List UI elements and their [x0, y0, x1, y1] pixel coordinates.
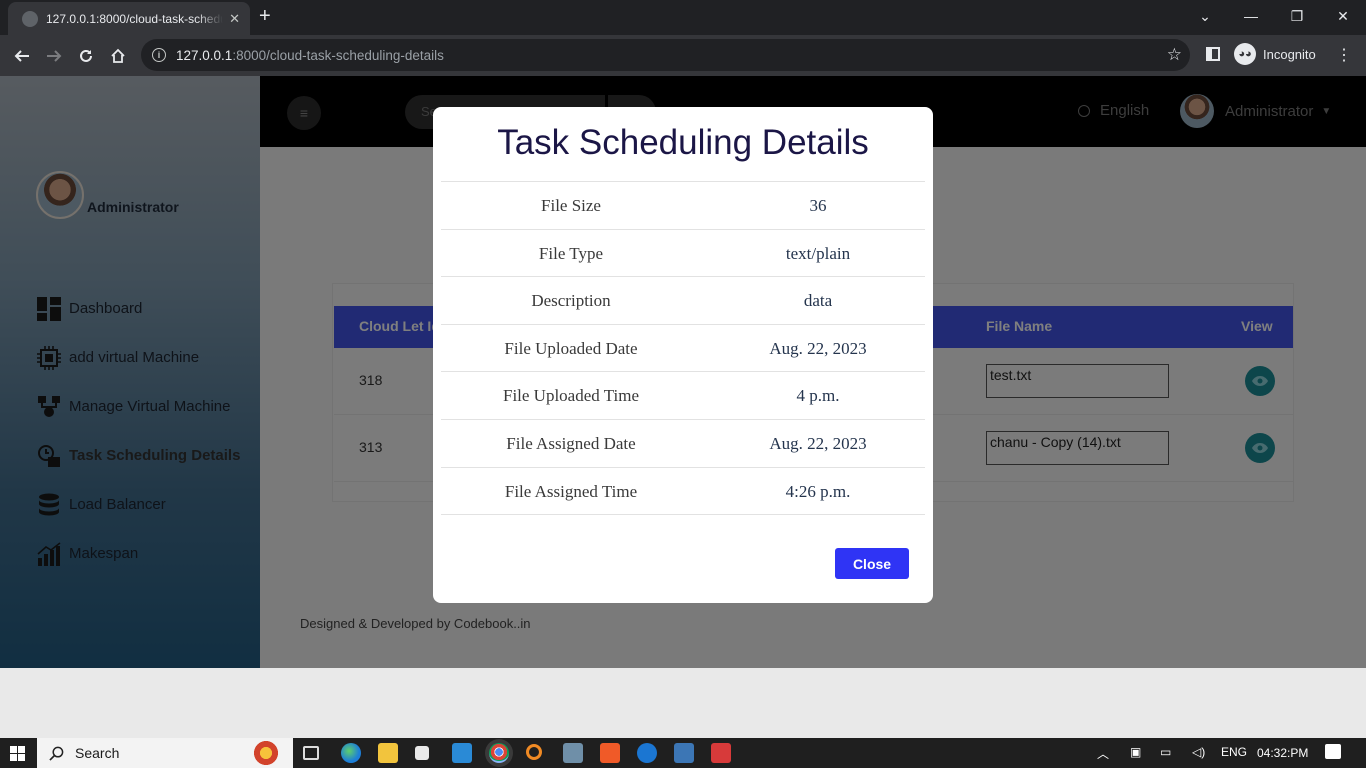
app-icon[interactable] — [711, 743, 731, 763]
detail-row: File Uploaded Time 4 p.m. — [441, 372, 925, 420]
volume-icon[interactable]: ◁) — [1192, 745, 1205, 759]
detail-value: Aug. 22, 2023 — [769, 338, 867, 358]
app-icon[interactable] — [674, 743, 694, 763]
file-explorer-icon[interactable] — [378, 743, 398, 763]
tab-title: 127.0.0.1:8000/cloud-task-scheduling-det… — [46, 11, 224, 26]
side-panel-icon[interactable] — [1206, 47, 1220, 61]
tab-search-icon[interactable]: ⌄ — [1182, 0, 1228, 32]
detail-row: File Assigned Time 4:26 p.m. — [441, 468, 925, 516]
detail-value: 4 p.m. — [796, 386, 840, 406]
detail-label: File Assigned Time — [504, 481, 638, 501]
edge-icon[interactable] — [341, 743, 361, 763]
detail-value: 36 — [809, 196, 827, 215]
url-text: 127.0.0.1:8000/cloud-task-scheduling-det… — [176, 47, 444, 63]
taskbar-search[interactable]: Search — [37, 738, 293, 768]
bookmark-star-icon[interactable]: ☆ — [1167, 45, 1182, 65]
incognito-label: Incognito — [1263, 46, 1316, 62]
detail-row: File Type text/plain — [441, 230, 925, 278]
detail-row: File Uploaded Date Aug. 22, 2023 — [441, 325, 925, 373]
vscode-icon[interactable] — [452, 743, 472, 763]
tab-close-icon[interactable]: ✕ — [229, 11, 240, 27]
detail-value: data — [803, 291, 833, 311]
details-table: File Size 36 File Type text/plain Descript… — [441, 181, 925, 516]
detail-row: File Size 36 — [441, 182, 925, 230]
browser-tab-bar: 127.0.0.1:8000/cloud-task-scheduling-det… — [0, 0, 1366, 35]
reload-icon[interactable] — [73, 43, 99, 69]
chrome-icon[interactable] — [489, 743, 509, 763]
incognito-icon: ◕◕ — [1234, 43, 1256, 65]
language-indicator[interactable]: ENG — [1221, 745, 1247, 759]
browser-menu-icon[interactable]: ⋮ — [1336, 45, 1352, 65]
minimize-button[interactable]: — — [1228, 0, 1274, 32]
search-app-icon[interactable] — [526, 744, 542, 760]
detail-label: File Assigned Date — [506, 433, 636, 453]
detail-label: File Type — [538, 243, 604, 263]
search-icon — [49, 746, 64, 761]
search-highlight-icon — [251, 740, 281, 766]
new-tab-button[interactable]: + — [259, 5, 271, 28]
browser-toolbar: i 127.0.0.1:8000/cloud-task-scheduling-d… — [0, 35, 1366, 76]
app-icon[interactable] — [563, 743, 583, 763]
site-info-icon[interactable]: i — [152, 48, 166, 62]
detail-label: File Uploaded Date — [504, 338, 638, 358]
close-button[interactable]: Close — [835, 548, 909, 579]
detail-value: text/plain — [785, 243, 851, 263]
network-icon[interactable]: ▭ — [1160, 745, 1171, 759]
taskbar-clock[interactable]: 04:32:PM — [1257, 746, 1308, 760]
globe-icon — [22, 10, 38, 27]
app-icon[interactable] — [415, 746, 429, 760]
back-arrow-icon[interactable] — [9, 43, 35, 69]
home-icon[interactable] — [105, 43, 131, 69]
page-viewport: Administrator Dashboard add virtual Mach… — [0, 76, 1366, 668]
address-bar[interactable]: i 127.0.0.1:8000/cloud-task-scheduling-d… — [141, 39, 1190, 71]
modal-title: Task Scheduling Details — [497, 123, 869, 162]
brave-icon[interactable] — [600, 743, 620, 763]
restore-button[interactable]: ❐ — [1274, 0, 1320, 32]
detail-label: Description — [531, 291, 611, 311]
detail-label: File Uploaded Time — [502, 386, 639, 406]
detail-row: File Assigned Date Aug. 22, 2023 — [441, 420, 925, 468]
page-empty-area — [0, 668, 1366, 738]
window-close-button[interactable]: ✕ — [1320, 0, 1366, 32]
detail-label: File Size — [541, 196, 601, 215]
detail-value: 4:26 p.m. — [785, 481, 851, 501]
taskbar-search-label: Search — [75, 745, 120, 761]
browser-tab[interactable]: 127.0.0.1:8000/cloud-task-scheduling-det… — [8, 2, 250, 35]
incognito-profile[interactable]: ◕◕ Incognito — [1234, 43, 1316, 65]
task-details-modal: Task Scheduling Details File Size 36 File… — [433, 107, 933, 603]
detail-row: Description data — [441, 277, 925, 325]
notification-icon[interactable] — [1325, 744, 1341, 759]
tray-chevron-up-icon[interactable]: ︿ — [1097, 745, 1109, 762]
forward-arrow-icon[interactable] — [41, 43, 67, 69]
meet-now-icon[interactable]: ▣ — [1130, 745, 1141, 759]
task-view-icon[interactable] — [303, 746, 319, 760]
os-taskbar: Search ︿ ▣ ▭ ◁) ENG 04:32:PM — [0, 738, 1366, 768]
zoom-icon[interactable] — [637, 743, 657, 763]
detail-value: Aug. 22, 2023 — [769, 433, 867, 453]
windows-start-icon[interactable] — [10, 746, 25, 761]
